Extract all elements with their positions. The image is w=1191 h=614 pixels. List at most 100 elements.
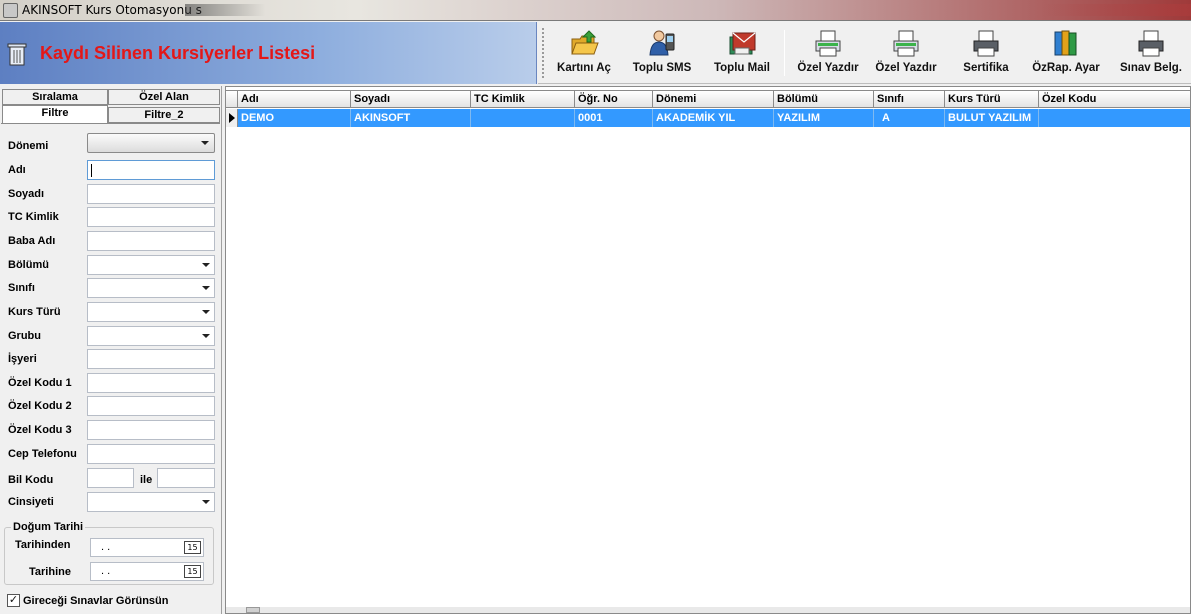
gireceği-sinavlar-checkbox[interactable]: ✓ [7,594,20,607]
row-indicator [226,109,238,127]
adi-input[interactable] [87,160,215,180]
tarihine-date-field[interactable]: . . 15 [90,562,204,581]
donemi-label: Dönemi [8,140,49,152]
dogum-tarihi-group: Doğum Tarihi Tarihinden . . 15 Tarihine … [4,521,214,585]
cell-tc-kimlik[interactable] [471,109,575,127]
ozel-kodu-3-label: Özel Kodu 3 [8,424,72,436]
sinifi-dropdown[interactable] [87,278,215,298]
kartini-ac-button[interactable]: Kartını Aç [552,26,616,80]
app-icon [3,3,18,18]
ozel-kodu-1-input[interactable] [87,373,215,393]
recycle-bin-icon [7,43,27,66]
ozel-yazdir-button-1[interactable]: Özel Yazdır [794,26,862,80]
students-grid: Adı Soyadı TC Kimlik Öğr. No Dönemi Bölü… [225,86,1191,614]
tab-filtre-2[interactable]: Filtre_2 [108,107,220,123]
cell-ozel-kodu[interactable] [1039,109,1190,127]
scrollbar-thumb[interactable] [246,607,260,613]
grid-header: Adı Soyadı TC Kimlik Öğr. No Dönemi Bölü… [226,90,1190,108]
person-phone-icon [649,30,675,56]
column-header-ozel-kodu[interactable]: Özel Kodu [1039,91,1190,108]
column-header-tc-kimlik[interactable]: TC Kimlik [471,91,575,108]
table-row[interactable]: DEMO AKINSOFT 0001 AKADEMİK YIL YAZILIM … [226,109,1190,127]
isyeri-input[interactable] [87,349,215,369]
sinav-belg-button[interactable]: Sınav Belg. [1114,26,1188,80]
baba-adi-label: Baba Adı [8,235,56,247]
folder-open-icon [571,30,599,55]
column-header-donemi[interactable]: Dönemi [653,91,774,108]
tarihinden-date-value: . . [101,541,111,553]
grid-header-indicator [226,91,238,108]
ozel-kodu-2-label: Özel Kodu 2 [8,400,72,412]
toplu-sms-button[interactable]: Toplu SMS [626,26,698,80]
books-mail-icon [729,32,756,55]
titlebar-blurred-area [185,4,1191,16]
cell-kurs-turu[interactable]: BULUT YAZILIM [945,109,1039,127]
baba-adi-input[interactable] [87,231,215,251]
cell-soyadi[interactable]: AKINSOFT [351,109,471,127]
sinifi-label: Sınıfı [8,282,35,294]
ozrap-ayar-button[interactable]: ÖzRap. Ayar [1028,26,1104,80]
ozel-yazdir-button-2[interactable]: Özel Yazdır [872,26,940,80]
ozel-kodu-3-input[interactable] [87,420,215,440]
kurs-turu-dropdown[interactable] [87,302,215,322]
column-header-sinifi[interactable]: Sınıfı [874,91,945,108]
printer-icon [1138,30,1164,57]
soyadi-label: Soyadı [8,188,45,200]
cell-donemi[interactable]: AKADEMİK YIL [653,109,774,127]
ozel-kodu-2-input[interactable] [87,396,215,416]
ozel-yazdir-label-2: Özel Yazdır [875,62,937,74]
kurs-turu-label: Kurs Türü [8,306,61,318]
cep-telefonu-input[interactable] [87,444,215,464]
toolbar: Kartını Aç Toplu SMS Toplu Mail Özel Yaz… [538,22,1191,84]
ile-label: ile [140,474,153,486]
column-header-ogr-no[interactable]: Öğr. No [575,91,653,108]
isyeri-label: İşyeri [8,353,37,365]
grubu-label: Grubu [8,330,41,342]
text-caret [91,164,92,177]
page-header: Kaydı Silinen Kursiyerler Listesi [0,22,537,84]
calendar-icon[interactable]: 15 [184,565,201,578]
sertifika-button[interactable]: Sertifika [954,26,1018,80]
chevron-down-icon [201,141,209,145]
column-header-soyadi[interactable]: Soyadı [351,91,471,108]
ozel-yazdir-label-1: Özel Yazdır [797,62,859,74]
tarihinden-date-field[interactable]: . . 15 [90,538,204,557]
tab-filtre[interactable]: Filtre [2,105,108,123]
cell-ogr-no[interactable]: 0001 [575,109,653,127]
tarihinden-label: Tarihinden [15,539,71,551]
column-header-bolumu[interactable]: Bölümü [774,91,874,108]
cinsiyeti-dropdown[interactable] [87,492,215,512]
printer-icon [893,30,919,57]
grubu-dropdown[interactable] [87,326,215,346]
window-titlebar: AKINSOFT Kurs Otomasyonu s [0,0,1191,21]
column-header-kurs-turu[interactable]: Kurs Türü [945,91,1039,108]
books-icon [1054,30,1077,56]
soyadi-input[interactable] [87,184,215,204]
donemi-dropdown[interactable] [87,133,215,153]
cell-bolumu[interactable]: YAZILIM [774,109,874,127]
bil-kodu-label: Bil Kodu [8,474,54,486]
chevron-down-icon [202,310,210,314]
tab-siralama[interactable]: Sıralama [2,89,108,105]
tab-ozel-alan[interactable]: Özel Alan [108,89,220,105]
horizontal-scrollbar[interactable] [226,607,1190,613]
adi-label: Adı [8,164,26,176]
toolbar-grip[interactable] [542,28,545,78]
sertifika-label: Sertifika [963,62,1009,74]
ozel-kodu-1-label: Özel Kodu 1 [8,377,72,389]
tc-kimlik-input[interactable] [87,207,215,227]
row-pointer-icon [229,113,235,123]
bolumu-dropdown[interactable] [87,255,215,275]
bil-kodu-to-input[interactable] [157,468,215,488]
cell-adi[interactable]: DEMO [238,109,351,127]
bil-kodu-from-input[interactable] [87,468,134,488]
tarihine-label: Tarihine [29,566,71,578]
calendar-icon[interactable]: 15 [184,541,201,554]
dogum-tarihi-legend: Doğum Tarihi [11,521,86,533]
toplu-mail-button[interactable]: Toplu Mail [706,26,778,80]
cell-sinifi[interactable]: A [874,109,945,127]
column-header-adi[interactable]: Adı [238,91,351,108]
ozrap-ayar-label: ÖzRap. Ayar [1032,62,1100,74]
tc-kimlik-label: TC Kimlik [8,211,59,223]
printer-icon [815,30,841,57]
